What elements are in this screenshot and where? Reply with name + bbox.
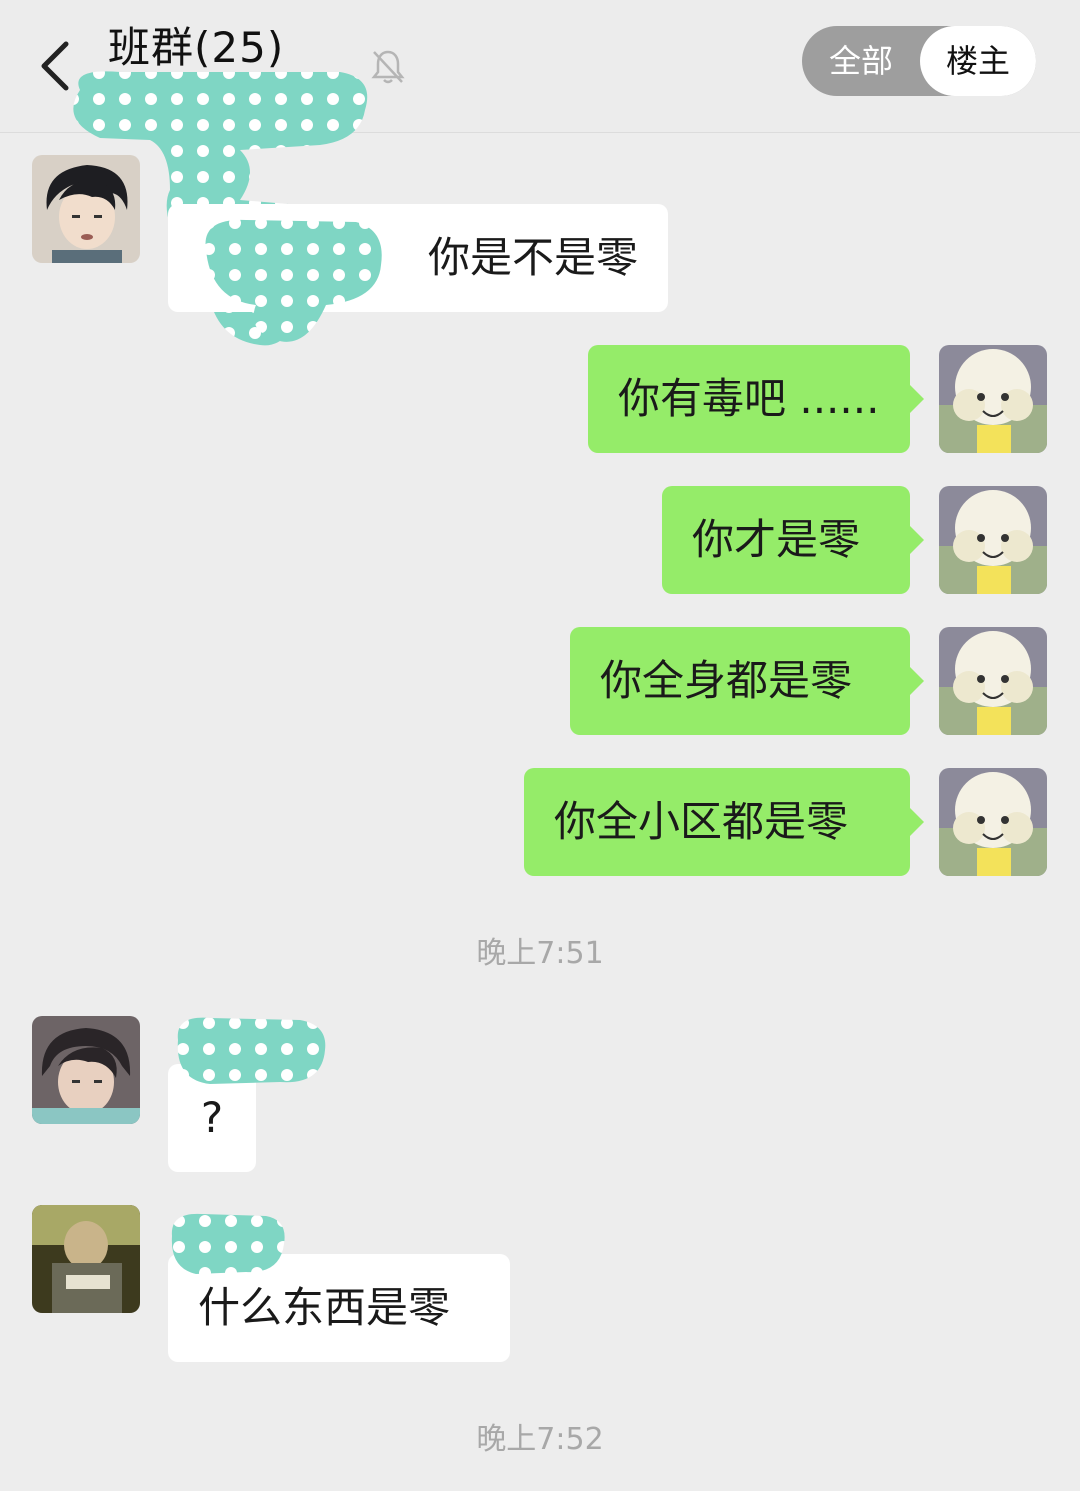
sheep-avatar-icon — [939, 627, 1047, 735]
sheep-avatar-icon — [939, 768, 1047, 876]
censor-blob — [205, 219, 382, 342]
anime-boy-avatar-2-icon — [32, 1016, 140, 1124]
censor-blob — [171, 1213, 285, 1274]
avatar[interactable] — [939, 768, 1047, 876]
sheep-avatar-icon — [939, 486, 1047, 594]
filter-all-option[interactable]: 全部 — [802, 26, 920, 96]
timestamp: 晚上7:52 — [476, 1422, 604, 1457]
avatar[interactable] — [939, 345, 1047, 453]
timestamp: 晚上7:51 — [476, 936, 604, 971]
avatar[interactable] — [939, 486, 1047, 594]
message-text: 你有毒吧 ...... — [618, 374, 880, 423]
avatar[interactable] — [32, 1205, 140, 1313]
avatar[interactable] — [32, 1016, 140, 1124]
message-bubble: 你全身都是零 — [570, 627, 924, 735]
message-text: 你全身都是零 — [600, 656, 853, 705]
message-text: ? — [200, 1093, 224, 1142]
filter-host-option[interactable]: 楼主 — [920, 26, 1036, 96]
sheep-avatar-icon — [939, 345, 1047, 453]
message-bubble: 你全小区都是零 — [524, 768, 924, 876]
message-bubble: 你有毒吧 ...... — [588, 345, 924, 453]
avatar[interactable] — [939, 627, 1047, 735]
photo-avatar-icon — [32, 1205, 140, 1313]
anime-boy-avatar-icon — [32, 155, 140, 263]
message-text: 你是不是零 — [427, 233, 638, 282]
message-text: 你全小区都是零 — [554, 797, 849, 846]
message-text: 什么东西是零 — [198, 1283, 451, 1332]
filter-toggle[interactable]: 全部 楼主 — [802, 26, 1036, 96]
message-bubble: 你才是零 — [662, 486, 924, 594]
censor-blob — [177, 1017, 326, 1084]
message-text: 你才是零 — [692, 515, 861, 564]
avatar[interactable] — [32, 155, 140, 263]
